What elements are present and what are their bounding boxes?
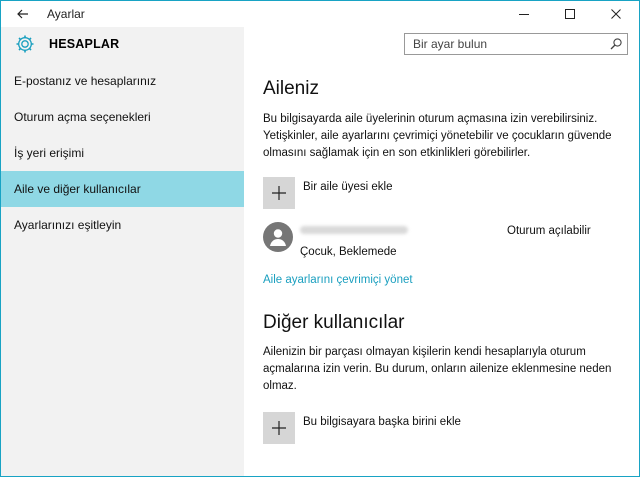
sidebar-title: HESAPLAR [49, 37, 120, 51]
sidebar-item-family-other-users[interactable]: Aile ve diğer kullanıcılar [1, 171, 244, 207]
family-description: Bu bilgisayarda aile üyelerinin oturum a… [263, 113, 612, 159]
other-users-description: Ailenizin bir parçası olmayan kişilerin … [263, 346, 612, 392]
manage-family-online-link[interactable]: Aile ayarlarını çevrimiçi yönet [263, 274, 413, 286]
minimize-icon [519, 14, 529, 15]
close-icon [611, 9, 621, 19]
sidebar-nav: E-postanız ve hesaplarınız Oturum açma s… [1, 63, 244, 243]
title-bar: Ayarlar [1, 1, 639, 27]
close-button[interactable] [593, 1, 639, 27]
add-other-user-plus[interactable] [263, 412, 295, 444]
sidebar-header: HESAPLAR [1, 27, 244, 61]
minimize-button[interactable] [501, 1, 547, 27]
main-content: Aileniz Bu bilgisayarda aile üyelerinin … [244, 61, 639, 476]
add-family-member-plus[interactable] [263, 177, 295, 209]
search-field[interactable] [404, 33, 628, 55]
avatar [263, 222, 293, 252]
maximize-button[interactable] [547, 1, 593, 27]
add-family-member-button[interactable]: Bir aile üyesi ekle [263, 177, 639, 209]
back-button[interactable] [1, 1, 45, 27]
family-section-title: Aileniz [263, 78, 319, 99]
add-family-member-label[interactable]: Bir aile üyesi ekle [303, 181, 392, 193]
sidebar: HESAPLAR E-postanız ve hesaplarınız Otur… [1, 27, 244, 476]
back-arrow-icon [17, 9, 28, 19]
search-icon[interactable] [610, 38, 622, 50]
member-role: Çocuk, Beklemede [300, 246, 397, 258]
plus-icon [272, 421, 286, 435]
add-other-user-button[interactable]: Bu bilgisayara başka birini ekle [263, 412, 639, 444]
plus-icon [272, 186, 286, 200]
sidebar-item-email-accounts[interactable]: E-postanız ve hesaplarınız [1, 63, 244, 99]
settings-window: Ayarlar HESAPLAR [0, 0, 640, 477]
maximize-icon [565, 9, 575, 19]
member-status: Oturum açılabilir [507, 225, 591, 237]
window-title: Ayarlar [47, 7, 85, 21]
add-other-user-label[interactable]: Bu bilgisayara başka birini ekle [303, 416, 461, 428]
gear-icon [16, 35, 34, 53]
family-member-row[interactable]: Oturum açılabilir Çocuk, Beklemede [263, 222, 639, 266]
other-users-section-title: Diğer kullanıcılar [263, 312, 405, 333]
member-email-redacted [300, 226, 408, 234]
sidebar-item-sign-in-options[interactable]: Oturum açma seçenekleri [1, 99, 244, 135]
user-icon [270, 229, 286, 246]
search-input[interactable] [413, 37, 603, 51]
sidebar-item-sync-settings[interactable]: Ayarlarınızı eşitleyin [1, 207, 244, 243]
sidebar-item-work-access[interactable]: İş yeri erişimi [1, 135, 244, 171]
